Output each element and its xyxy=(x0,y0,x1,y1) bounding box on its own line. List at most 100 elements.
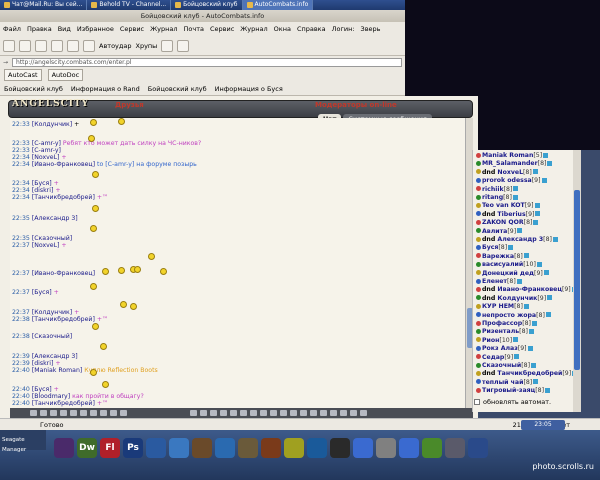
home-icon[interactable] xyxy=(67,39,79,52)
dock-app-icon[interactable] xyxy=(169,438,189,458)
user-info-icon[interactable] xyxy=(527,345,533,351)
user-list-item[interactable]: dnd Tiberius[9] xyxy=(476,211,541,219)
user-list-item[interactable]: richiik[8] xyxy=(476,186,519,194)
chat-tool-icon[interactable] xyxy=(70,410,77,416)
back-icon[interactable] xyxy=(3,39,15,52)
chat-tool-icon[interactable] xyxy=(50,410,57,416)
user-name[interactable]: Еленет xyxy=(482,278,507,285)
user-list-item[interactable]: Teo van KOT[9] xyxy=(476,202,540,210)
chat-nick[interactable]: [Буся] xyxy=(32,386,52,393)
user-info-icon[interactable] xyxy=(514,354,520,360)
chat-nick[interactable]: [C-amr-y] xyxy=(32,147,61,154)
user-name[interactable]: Танчикбредобрей xyxy=(497,370,562,377)
chat-tool-icon[interactable] xyxy=(350,410,357,416)
user-name[interactable]: Колдунчик xyxy=(497,295,537,302)
chat-nick[interactable]: [Александр 3] xyxy=(32,353,78,360)
user-name[interactable]: Буся xyxy=(482,244,498,251)
dock-app-icon[interactable] xyxy=(307,438,327,458)
user-name[interactable]: непросто жора xyxy=(482,312,536,319)
dock-app-icon[interactable] xyxy=(54,438,74,458)
user-name[interactable]: ritang xyxy=(482,194,503,201)
chat-nick[interactable]: [Александр 3] xyxy=(32,215,78,222)
chat-tool-icon[interactable] xyxy=(270,410,277,416)
dock-app-icon[interactable] xyxy=(468,438,488,458)
user-list-item[interactable]: КУР НЕМ[8] xyxy=(476,303,529,311)
chat-nick[interactable]: [NoxveL] xyxy=(32,154,60,161)
dock-app-icon[interactable] xyxy=(422,438,442,458)
user-list-item[interactable]: ZAKON QOR[8] xyxy=(476,219,539,227)
users-scrollbar[interactable] xyxy=(573,150,581,412)
user-info-icon[interactable] xyxy=(533,219,539,225)
menu-item[interactable]: Почта xyxy=(184,25,204,33)
auto-update-option[interactable]: обновлять автомат. xyxy=(474,398,551,406)
chat-tool-icon[interactable] xyxy=(90,410,97,416)
user-info-icon[interactable] xyxy=(543,152,549,158)
user-list-item[interactable]: Донецкий дед[9] xyxy=(476,270,549,278)
user-name[interactable]: richiik xyxy=(482,186,504,193)
user-name[interactable]: Maniak Roman xyxy=(482,152,533,159)
chat-tool-icon[interactable] xyxy=(290,410,297,416)
user-name[interactable]: КУР НЕМ xyxy=(482,303,514,310)
autoload-button[interactable]: Автоудар xyxy=(99,42,132,50)
user-name[interactable]: Ивано-Франковец xyxy=(497,286,562,293)
user-list-item[interactable]: prorok odessa[9] xyxy=(476,177,547,185)
chat-nick[interactable]: [Колдунчик] xyxy=(32,309,72,316)
chat-tool-icon[interactable] xyxy=(230,410,237,416)
chat-nick[interactable]: [Буся] xyxy=(32,180,52,187)
chat-tool-icon[interactable] xyxy=(100,410,107,416)
chat-tool-icon[interactable] xyxy=(360,410,367,416)
user-list-item[interactable]: Профассор[8] xyxy=(476,320,537,328)
user-name[interactable]: Ризенталь xyxy=(482,328,519,335)
user-list-item[interactable]: Ризенталь[8] xyxy=(476,328,534,336)
browser-tab[interactable]: Чат@Mail.Ru: Вы сей... xyxy=(0,0,88,10)
user-name[interactable]: Рокз Алаз xyxy=(482,345,518,352)
chat-tool-icon[interactable] xyxy=(330,410,337,416)
user-name[interactable]: Тигровый-заяц xyxy=(482,387,535,394)
user-info-icon[interactable] xyxy=(516,278,522,284)
menu-item[interactable]: Файл xyxy=(3,25,21,33)
users-scroll-thumb[interactable] xyxy=(574,190,580,370)
bookmark-link[interactable]: Бойцовский клуб xyxy=(4,85,63,93)
user-info-icon[interactable] xyxy=(513,337,519,343)
user-name[interactable]: Донецкий дед xyxy=(482,270,534,277)
dock-app-icon[interactable] xyxy=(215,438,235,458)
chat-nick[interactable]: [Ивано-Франковец] xyxy=(32,270,95,277)
dock-app-icon[interactable] xyxy=(261,438,281,458)
menu-item[interactable]: Сервис xyxy=(120,25,144,33)
seagate-manager-button[interactable]: Seagate Manager xyxy=(0,430,46,453)
chat-nick[interactable]: [NoxveL] xyxy=(32,242,60,249)
user-list-item[interactable]: Авлита[9] xyxy=(476,228,523,236)
friends-link[interactable]: Друзья xyxy=(115,101,144,109)
dock-app-icon[interactable] xyxy=(284,438,304,458)
chat-tool-icon[interactable] xyxy=(250,410,257,416)
user-name[interactable]: теплый чай xyxy=(482,379,523,386)
chat-nick[interactable]: [Буся] xyxy=(32,289,52,296)
moderators-link[interactable]: Модераторы on-line xyxy=(315,101,397,109)
stop-icon[interactable] xyxy=(35,39,47,52)
chat-tool-icon[interactable] xyxy=(200,410,207,416)
user-list-item[interactable]: Рион[10] xyxy=(476,337,519,345)
user-info-icon[interactable] xyxy=(512,194,518,200)
user-name[interactable]: Седар xyxy=(482,354,504,361)
menu-item[interactable]: Журнал xyxy=(150,25,177,33)
dock-app-icon[interactable] xyxy=(445,438,465,458)
chat-tool-icon[interactable] xyxy=(220,410,227,416)
chat-nick[interactable]: [Сказочный] xyxy=(32,333,72,340)
menu-item[interactable]: Правка xyxy=(27,25,52,33)
user-info-icon[interactable] xyxy=(523,303,529,309)
user-list-item[interactable]: теплый чай[8] xyxy=(476,379,539,387)
chat-nick[interactable]: [Ивано-Франковец] xyxy=(32,161,95,168)
user-name[interactable]: Teo van KOT xyxy=(482,202,525,209)
user-info-icon[interactable] xyxy=(531,320,537,326)
dock-app-icon[interactable] xyxy=(238,438,258,458)
dock-app-icon[interactable]: Ps xyxy=(123,438,143,458)
user-info-icon[interactable] xyxy=(532,169,538,175)
user-list-item[interactable]: Maniak Roman[5] xyxy=(476,152,549,160)
user-list-item[interactable]: dnd NoxveL[8] xyxy=(476,169,538,177)
user-info-icon[interactable] xyxy=(513,186,519,192)
chat-tool-icon[interactable] xyxy=(190,410,197,416)
user-info-icon[interactable] xyxy=(535,211,541,217)
user-name[interactable]: ZAKON QOR xyxy=(482,219,524,226)
user-info-icon[interactable] xyxy=(530,362,536,368)
dock-app-icon[interactable]: Dw xyxy=(77,438,97,458)
